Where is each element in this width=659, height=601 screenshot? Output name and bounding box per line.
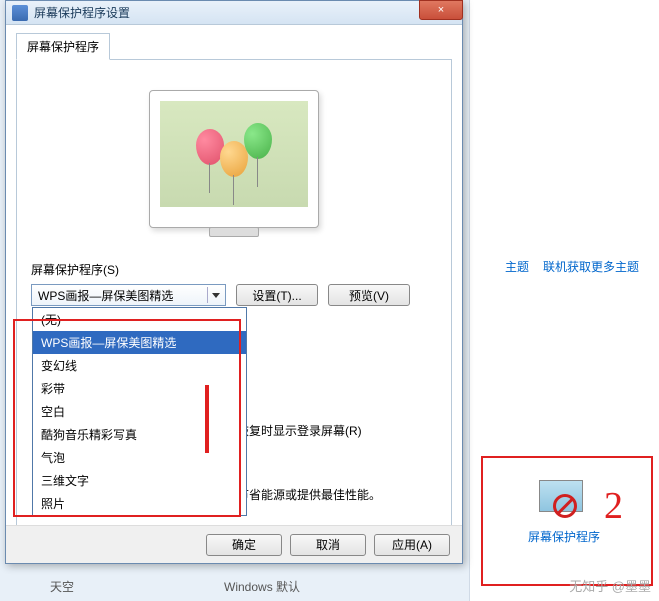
watermark-text: 无知乎 @墨墨 [569, 576, 651, 595]
resume-checkbox-label[interactable]: 恢复时显示登录屏幕(R) [237, 422, 362, 439]
screensaver-shortcut[interactable]: 屏幕保护程序 [519, 480, 609, 545]
preview-monitor [149, 90, 319, 228]
dropdown-option-bubbles[interactable]: 气泡 [33, 446, 246, 469]
dropdown-option-photos[interactable]: 照片 [33, 492, 246, 515]
dropdown-option-3dtext[interactable]: 三维文字 [33, 469, 246, 492]
preview-button[interactable]: 预览(V) [328, 284, 410, 306]
balloon-string [257, 157, 258, 187]
combo-value: WPS画报—屏保美图精选 [38, 289, 173, 303]
cancel-button[interactable]: 取消 [290, 534, 366, 556]
tab-panel: 屏幕保护程序(S) WPS画报—屏保美图精选 (无) WPS画报—屏保美图精选 … [16, 59, 452, 547]
theme-thumbnails-row: 天空 Windows 默认 [0, 571, 470, 601]
dropdown-option-wps[interactable]: WPS画报—屏保美图精选 [33, 331, 246, 354]
dropdown-option-none[interactable]: (无) [33, 308, 246, 331]
apply-button[interactable]: 应用(A) [374, 534, 450, 556]
annotation-number-2: 2 [604, 484, 623, 528]
screensaver-group-label: 屏幕保护程序(S) [31, 261, 437, 278]
balloon-string [209, 163, 210, 193]
close-button[interactable]: × [419, 0, 463, 20]
dialog-icon [12, 5, 28, 21]
balloon-icon [244, 123, 272, 159]
annotation-line-1 [205, 385, 209, 453]
more-themes-link[interactable]: 联机获取更多主题 [543, 258, 639, 275]
screensaver-disabled-icon [539, 480, 589, 520]
balloon-icon [220, 141, 248, 177]
dialog-title: 屏幕保护程序设置 [34, 4, 130, 21]
theme-label-sky[interactable]: 天空 [50, 578, 74, 595]
screensaver-dropdown: (无) WPS画报—屏保美图精选 变幻线 彩带 空白 酷狗音乐精彩写真 气泡 三… [32, 307, 247, 516]
dropdown-option-ribbons[interactable]: 彩带 [33, 377, 246, 400]
screensaver-combo[interactable]: WPS画报—屏保美图精选 (无) WPS画报—屏保美图精选 变幻线 彩带 空白 … [31, 284, 226, 306]
screensaver-settings-dialog: 屏幕保护程序设置 × 屏幕保护程序 [5, 0, 463, 564]
dropdown-option-kugou[interactable]: 酷狗音乐精彩写真 [33, 423, 246, 446]
dropdown-option-mystify[interactable]: 变幻线 [33, 354, 246, 377]
settings-button[interactable]: 设置(T)... [236, 284, 318, 306]
ok-button[interactable]: 确定 [206, 534, 282, 556]
monitor-stand [209, 227, 259, 237]
tab-screensaver[interactable]: 屏幕保护程序 [16, 33, 110, 60]
dropdown-option-blank[interactable]: 空白 [33, 400, 246, 423]
theme-links: 主题 联机获取更多主题 [505, 258, 639, 275]
theme-link[interactable]: 主题 [505, 258, 529, 275]
balloon-string [233, 175, 234, 205]
preview-screen [160, 101, 308, 207]
power-hint-text: 节省能源或提供最佳性能。 [237, 486, 381, 503]
dialog-button-row: 确定 取消 应用(A) [6, 525, 462, 563]
titlebar[interactable]: 屏幕保护程序设置 × [6, 1, 462, 25]
theme-label-default[interactable]: Windows 默认 [224, 578, 300, 595]
chevron-down-icon [207, 287, 223, 303]
screensaver-link-label: 屏幕保护程序 [519, 528, 609, 545]
